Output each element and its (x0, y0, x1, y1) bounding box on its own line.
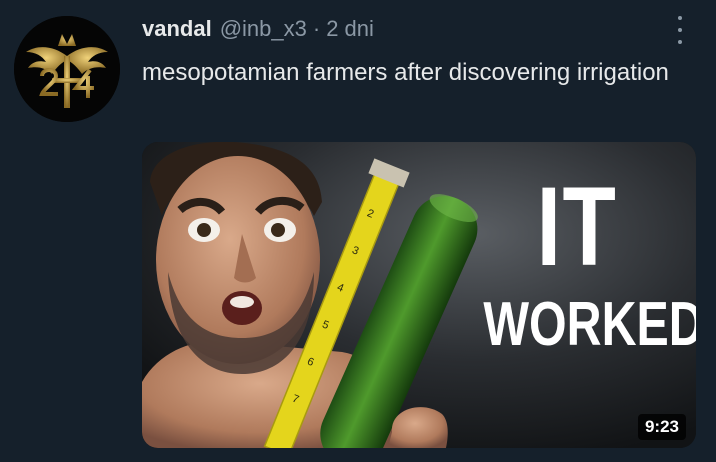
thumbnail-headline: IT WORKED! (483, 164, 696, 360)
video-duration-badge: 9:23 (637, 414, 686, 440)
headline-line-1: IT (536, 164, 618, 289)
headline-line-2: WORKED! (483, 290, 696, 359)
more-options-icon[interactable] (672, 16, 688, 44)
user-handle[interactable]: @inb_x3 (220, 16, 307, 42)
video-thumbnail[interactable]: 2 3 4 5 6 7 IT WORKED! 9:23 (142, 142, 696, 448)
display-name[interactable]: vandal (142, 16, 212, 42)
tweet-text: mesopotamian farmers after discovering i… (142, 59, 669, 86)
separator: · (312, 16, 321, 41)
tweet-header: vandal @inb_x3 · 2 dni (142, 14, 374, 44)
winged-emblem-icon (14, 16, 120, 122)
timestamp[interactable]: 2 dni (326, 16, 374, 42)
avatar[interactable] (14, 16, 120, 122)
